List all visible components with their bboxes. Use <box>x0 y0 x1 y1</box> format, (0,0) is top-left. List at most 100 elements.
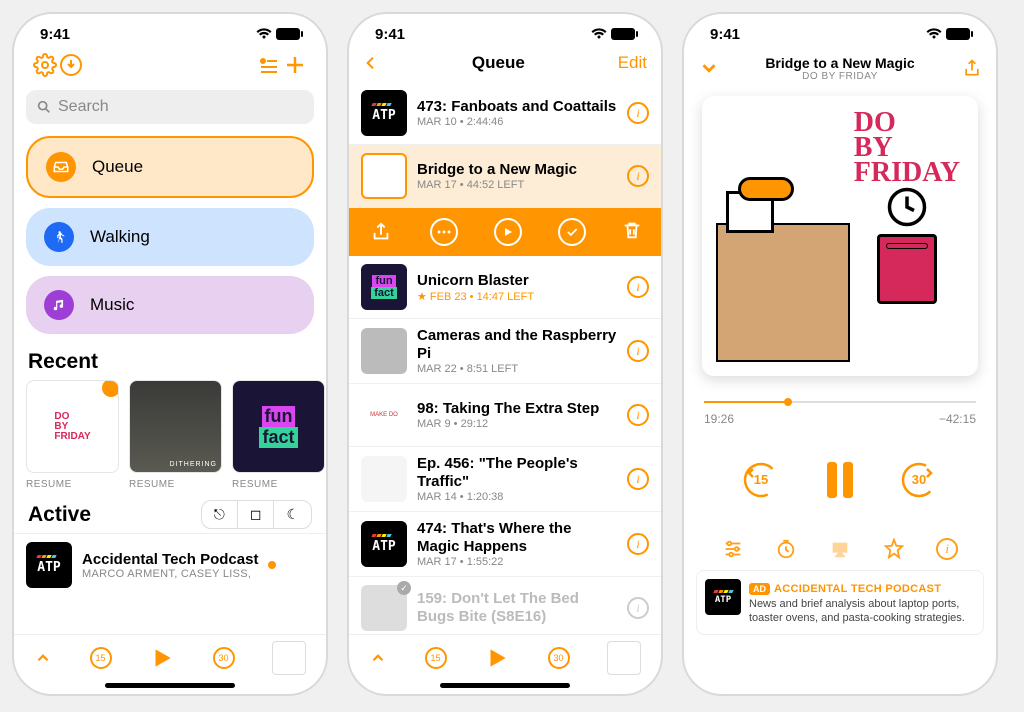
podcast-authors: MARCO ARMENT, CASEY LISS, <box>82 568 258 580</box>
episode-cover <box>361 153 407 199</box>
search-icon <box>36 99 52 115</box>
delete-icon[interactable] <box>621 218 643 246</box>
episode-row[interactable]: MAKE DO 98: Taking The Extra StepMAR 9 •… <box>349 384 661 447</box>
episode-row[interactable]: ATP 473: Fanboats and CoattailsMAR 10 • … <box>349 82 661 145</box>
mini-player[interactable]: 15 30 <box>349 634 661 679</box>
playlist-walking[interactable]: Walking <box>26 208 314 266</box>
settings-icon[interactable] <box>32 52 58 78</box>
episode-row[interactable]: Cameras and the Raspberry PiMAR 22 • 8:5… <box>349 319 661 384</box>
check-icon[interactable] <box>558 218 586 246</box>
sleep-timer-icon[interactable] <box>775 538 797 560</box>
episode-cover <box>361 456 407 502</box>
ad-podcast-name: ACCIDENTAL TECH PODCAST <box>774 583 941 595</box>
episode-title: Unicorn Blaster <box>417 272 617 290</box>
edit-button[interactable]: Edit <box>618 53 647 73</box>
now-playing-thumb[interactable] <box>607 641 641 675</box>
share-icon[interactable] <box>367 218 395 246</box>
episode-cover: ✓ <box>361 585 407 631</box>
info-icon[interactable]: i <box>627 468 649 490</box>
player-nav: Bridge to a New Magic DO BY FRIDAY <box>684 46 996 90</box>
now-playing-thumb[interactable] <box>272 641 306 675</box>
skip-back-icon[interactable]: 15 <box>425 647 447 669</box>
podcast-title: Accidental Tech Podcast <box>82 551 258 568</box>
remaining-time: −42:15 <box>939 412 976 426</box>
eq-icon[interactable] <box>722 538 744 560</box>
skip-back-icon[interactable]: 15 <box>90 647 112 669</box>
status-indicators <box>256 28 300 40</box>
episode-meta: MAR 17 • 1:55:22 <box>417 556 617 568</box>
pause-button[interactable] <box>827 462 853 498</box>
playlists-edit-icon[interactable] <box>256 52 282 78</box>
recent-heading: Recent <box>14 340 326 380</box>
scrubber[interactable] <box>704 396 976 408</box>
back-button[interactable] <box>363 52 379 74</box>
ad-cover: ATP <box>705 579 741 615</box>
episode-title: 473: Fanboats and Coattails <box>417 98 617 116</box>
recent-card[interactable]: DOBYFRIDAY RESUME <box>26 380 119 490</box>
search-placeholder: Search <box>58 98 109 116</box>
clock-icon <box>886 186 928 228</box>
active-heading: Active <box>28 503 91 527</box>
recent-card[interactable]: DITHERING RESUME <box>129 380 222 490</box>
mini-player[interactable]: 15 30 <box>14 634 326 679</box>
downloads-icon[interactable] <box>58 52 84 78</box>
info-icon[interactable]: i <box>627 165 649 187</box>
episode-cover: funfact <box>361 264 407 310</box>
battery-icon <box>611 28 635 40</box>
episode-artwork[interactable]: DOBYFRIDAY <box>702 96 978 376</box>
episode-title: Bridge to a New Magic <box>417 161 617 179</box>
recent-podcasts: DOBYFRIDAY RESUME DITHERING RESUME funfa… <box>14 380 326 490</box>
info-icon[interactable]: i <box>627 404 649 426</box>
airplay-icon[interactable] <box>829 538 851 560</box>
expand-icon[interactable] <box>369 649 387 667</box>
player-bottom-actions: i <box>684 534 996 564</box>
episode-meta: MAR 22 • 8:51 LEFT <box>417 363 617 375</box>
expand-icon[interactable] <box>34 649 52 667</box>
info-icon[interactable]: i <box>627 533 649 555</box>
recent-card[interactable]: funfact RESUME <box>232 380 325 490</box>
skip-fwd-icon[interactable]: 30 <box>548 647 570 669</box>
ad-card[interactable]: ATP ADACCIDENTAL TECH PODCAST News and b… <box>696 570 984 635</box>
star-icon[interactable] <box>883 538 905 560</box>
episode-title: Ep. 456: "The People's Traffic" <box>417 455 617 491</box>
home-indicator[interactable] <box>105 683 235 688</box>
episode-row-selected[interactable]: Bridge to a New MagicMAR 17 • 44:52 LEFT… <box>349 145 661 208</box>
battery-icon <box>946 28 970 40</box>
episode-row[interactable]: funfact Unicorn Blaster★ FEB 23 • 14:47 … <box>349 256 661 319</box>
episode-row[interactable]: ATP 474: That's Where the Magic HappensM… <box>349 512 661 577</box>
status-bar: 9:41 <box>14 14 326 46</box>
active-header: Active ⎋ ◻ ☾ <box>14 490 326 533</box>
info-icon[interactable]: i <box>627 340 649 362</box>
play-icon[interactable] <box>484 645 510 671</box>
skip-fwd-icon[interactable]: 30 <box>213 647 235 669</box>
skip-back-button[interactable]: 15 <box>741 460 781 500</box>
info-icon[interactable]: i <box>627 276 649 298</box>
view-dark-icon[interactable]: ☾ <box>274 501 311 528</box>
episode-row[interactable]: Ep. 456: "The People's Traffic"MAR 14 • … <box>349 447 661 512</box>
search-input[interactable]: Search <box>26 90 314 124</box>
info-icon[interactable]: i <box>627 597 649 619</box>
more-icon[interactable] <box>430 218 458 246</box>
view-grid-icon[interactable]: ◻ <box>237 501 275 528</box>
play-icon[interactable] <box>149 645 175 671</box>
playlist-queue[interactable]: Queue <box>26 136 314 198</box>
home-indicator[interactable] <box>440 683 570 688</box>
episodes-list[interactable]: ATP 473: Fanboats and CoattailsMAR 10 • … <box>349 82 661 634</box>
status-bar: 9:41 <box>684 14 996 46</box>
skip-fwd-button[interactable]: 30 <box>899 460 939 500</box>
view-open-icon[interactable]: ⎋ <box>202 501 237 528</box>
play-icon[interactable] <box>494 218 522 246</box>
player-title-wrap[interactable]: Bridge to a New Magic DO BY FRIDAY <box>684 55 996 82</box>
view-mode-toggle[interactable]: ⎋ ◻ ☾ <box>201 500 312 529</box>
add-icon[interactable] <box>282 52 308 78</box>
episode-row[interactable]: ✓ 159: Don't Let The Bed Bugs Bite (S8E1… <box>349 577 661 634</box>
played-badge: ✓ <box>397 581 411 595</box>
playback-controls: 15 30 <box>684 460 996 500</box>
episode-meta: MAR 9 • 29:12 <box>417 418 617 430</box>
info-icon[interactable]: i <box>936 538 958 560</box>
podcast-row[interactable]: ATP Accidental Tech Podcast MARCO ARMENT… <box>14 533 326 596</box>
nav-title: Queue <box>472 53 525 73</box>
playlist-music[interactable]: Music <box>26 276 314 334</box>
info-icon[interactable]: i <box>627 102 649 124</box>
resume-label: RESUME <box>26 479 119 490</box>
